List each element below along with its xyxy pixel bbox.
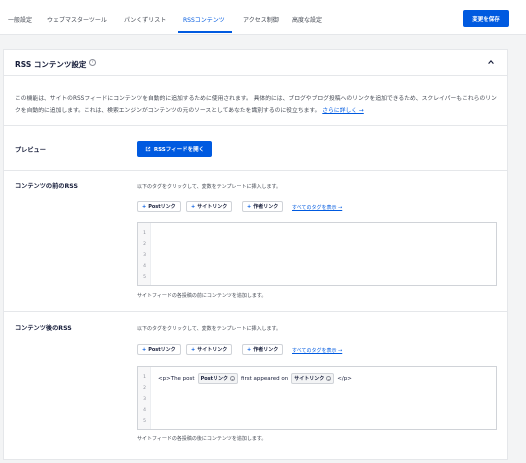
line-number: 4: [143, 408, 146, 413]
line-number: 2: [143, 386, 146, 391]
tag-site-link-button[interactable]: + サイトリンク: [186, 201, 233, 212]
rss-before-help: サイトフィードの各投稿の前にコンテンツを追加します。: [137, 293, 267, 299]
site-link-tag-chip[interactable]: サイトリンク ⌄: [291, 373, 335, 384]
post-link-tag-chip[interactable]: Postリンク ⌄: [197, 373, 239, 384]
rss-before-label: コンテンツの前のRSS: [15, 183, 78, 190]
line-number: 2: [143, 242, 146, 247]
plus-icon: +: [191, 346, 196, 353]
chevron-down-icon[interactable]: ⌄: [230, 376, 236, 381]
code-text: first appeared on: [241, 375, 289, 382]
tag-label: 作者リンク: [253, 347, 279, 353]
chip-label: サイトリンク: [294, 376, 325, 382]
tag-site-link-button[interactable]: + サイトリンク: [186, 344, 233, 355]
code-text: <p>The post: [158, 375, 195, 382]
rss-after-hint: 以下のタグをクリックして、変数をテンプレートに挿入します。: [137, 326, 281, 332]
plus-icon: +: [247, 346, 252, 353]
tag-label: サイトリンク: [197, 204, 228, 210]
plus-icon: +: [142, 203, 147, 210]
chevron-down-icon[interactable]: ⌄: [326, 376, 332, 381]
divider: [4, 311, 507, 312]
rss-settings-card: RSS コンテンツ設定 ? この機能は、サイトのRSSフィードにコンテンツを自動…: [3, 49, 508, 460]
divider: [4, 170, 507, 171]
help-circle-icon[interactable]: ?: [89, 59, 96, 66]
line-number: 3: [143, 397, 146, 402]
line-number: 4: [143, 264, 146, 269]
settings-tab-bar: 一般設定 ウェブマスターツール パンくずリスト RSSコンテンツ アクセス制御 …: [0, 0, 526, 35]
tag-label: 作者リンク: [253, 204, 279, 210]
tab-rss-content[interactable]: RSSコンテンツ: [183, 15, 225, 24]
rss-after-help: サイトフィードの各投稿の後にコンテンツを追加します。: [137, 436, 267, 442]
open-rss-feed-label: RSSフィードを開く: [153, 147, 205, 153]
feature-description: この機能は、サイトのRSSフィードにコンテンツを自動的に追加するために使用されま…: [15, 93, 499, 117]
rss-before-hint: 以下のタグをクリックして、変数をテンプレートに挿入します。: [137, 184, 281, 190]
card-header: RSS コンテンツ設定 ?: [4, 50, 507, 76]
code-text: </p>: [337, 375, 352, 382]
chevron-up-icon[interactable]: [487, 58, 495, 66]
save-changes-button[interactable]: 変更を保存: [463, 10, 509, 27]
tag-author-link-button[interactable]: + 作者リンク: [242, 201, 284, 212]
tab-general[interactable]: 一般設定: [8, 15, 32, 24]
line-number: 3: [143, 253, 146, 258]
rss-after-label: コンテンツ後のRSS: [15, 325, 72, 332]
tag-author-link-button[interactable]: + 作者リンク: [242, 344, 284, 355]
tab-webmaster-tools[interactable]: ウェブマスターツール: [47, 15, 107, 24]
tag-post-link-button[interactable]: + Postリンク: [137, 344, 181, 355]
tag-label: サイトリンク: [197, 347, 228, 353]
plus-icon: +: [191, 203, 196, 210]
chip-label: Postリンク: [200, 376, 229, 382]
tab-advanced[interactable]: 高度な設定: [292, 15, 322, 24]
description-text: この機能は、サイトのRSSフィードにコンテンツを自動的に追加するために使用されま…: [15, 96, 497, 114]
line-number: 5: [143, 419, 146, 424]
card-title: RSS コンテンツ設定: [15, 60, 87, 69]
tag-post-link-button[interactable]: + Postリンク: [137, 201, 181, 212]
plus-icon: +: [247, 203, 252, 210]
plus-icon: +: [142, 346, 147, 353]
open-rss-feed-button[interactable]: RSSフィードを開く: [137, 141, 212, 157]
divider: [4, 125, 507, 126]
tag-label: Postリンク: [148, 204, 176, 210]
rss-after-editor[interactable]: 1 2 3 4 5 <p>The post Postリンク ⌄ first ap…: [137, 366, 497, 430]
rss-before-editor[interactable]: 1 2 3 4 5: [137, 222, 497, 286]
preview-label: プレビュー: [15, 147, 46, 154]
line-number: 5: [143, 275, 146, 280]
editor-code-line: <p>The post Postリンク ⌄ first appeared on …: [158, 373, 352, 384]
external-link-icon: [145, 146, 151, 152]
tab-access-control[interactable]: アクセス制御: [243, 15, 279, 24]
active-tab-indicator: [178, 31, 232, 33]
tab-breadcrumbs[interactable]: パンくずリスト: [124, 15, 166, 24]
learn-more-link[interactable]: さらに詳しく →: [322, 108, 363, 114]
line-number: 1: [143, 375, 146, 380]
view-all-tags-link[interactable]: すべてのタグを表示 →: [292, 204, 342, 211]
view-all-tags-link[interactable]: すべてのタグを表示 →: [292, 347, 342, 354]
line-number: 1: [143, 231, 146, 236]
tag-label: Postリンク: [148, 347, 176, 353]
